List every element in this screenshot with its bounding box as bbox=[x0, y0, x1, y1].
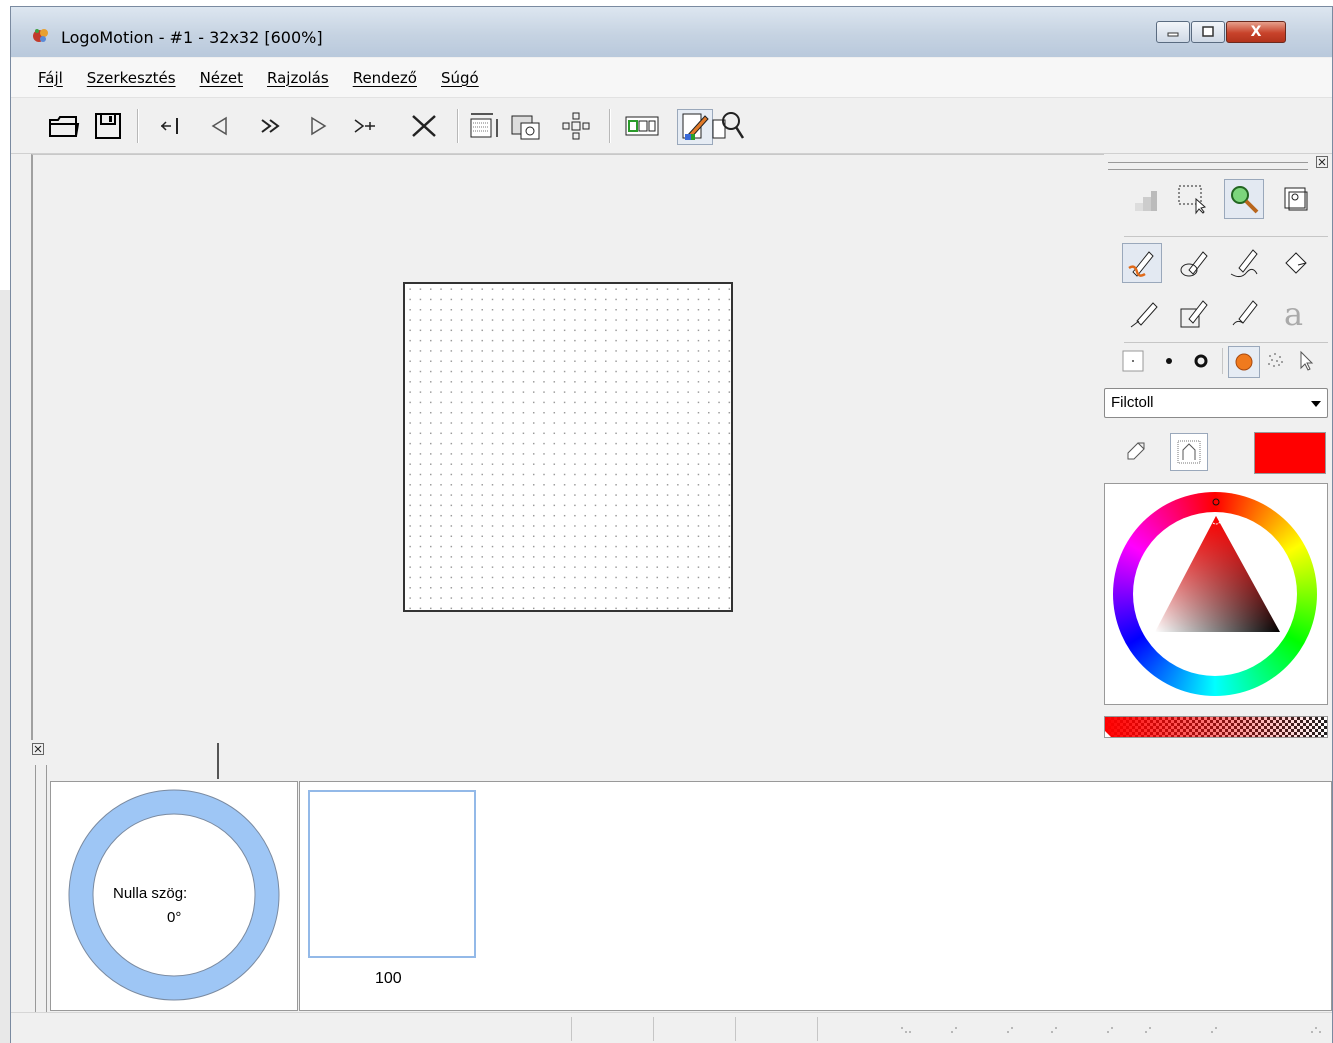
spray-brush-icon[interactable] bbox=[1260, 346, 1290, 376]
line-pen-icon[interactable] bbox=[1174, 243, 1214, 283]
eraser-pen-icon[interactable] bbox=[1124, 294, 1164, 334]
menu-help[interactable]: Súgó bbox=[441, 69, 479, 87]
tool-divider bbox=[1222, 348, 1223, 374]
toolbar-separator bbox=[609, 109, 611, 143]
curve-pen-icon[interactable] bbox=[1224, 243, 1264, 283]
panel-drag-handle[interactable] bbox=[1108, 162, 1308, 170]
app-logo-icon bbox=[33, 29, 48, 42]
pointer-icon[interactable] bbox=[1292, 346, 1322, 376]
text-tool-icon[interactable]: a bbox=[1276, 294, 1316, 334]
tool-divider bbox=[1124, 236, 1328, 237]
delete-frame-icon[interactable] bbox=[407, 109, 441, 143]
rect-select-icon[interactable] bbox=[1172, 179, 1212, 219]
title-bar: LogoMotion - #1 - 32x32 [600%] X bbox=[11, 7, 1332, 57]
window-title: LogoMotion - #1 - 32x32 [600%] bbox=[61, 28, 323, 47]
menu-view[interactable]: Nézet bbox=[200, 69, 243, 87]
chevron-down-icon bbox=[1311, 401, 1321, 407]
stairs-icon[interactable] bbox=[1124, 179, 1164, 219]
image-properties-icon[interactable] bbox=[509, 109, 543, 143]
brush-type-select[interactable]: Filctoll bbox=[1104, 388, 1328, 418]
status-divider bbox=[817, 1017, 818, 1041]
menu-arrange[interactable]: Rendező bbox=[353, 69, 417, 87]
frames-panel: 100 bbox=[299, 781, 1332, 1011]
menu-draw[interactable]: Rajzolás bbox=[267, 69, 329, 87]
menu-edit[interactable]: Szerkesztés bbox=[87, 69, 176, 87]
toolbar-separator bbox=[137, 109, 139, 143]
play-icon[interactable] bbox=[255, 109, 289, 143]
zoom-tool-icon[interactable] bbox=[1224, 179, 1264, 219]
tool-palette: a Filctoll bbox=[1104, 154, 1332, 739]
alpha-slider[interactable] bbox=[1104, 716, 1328, 738]
rectangle-pen-icon[interactable] bbox=[1174, 294, 1214, 334]
pattern-fill-icon[interactable] bbox=[1170, 433, 1208, 471]
edit-pencil-icon[interactable] bbox=[677, 109, 713, 145]
open-folder-icon[interactable] bbox=[47, 109, 81, 143]
canvas-area[interactable] bbox=[31, 154, 1106, 740]
brush-size-2-icon[interactable] bbox=[1154, 346, 1184, 376]
angle-value: 0° bbox=[167, 909, 182, 926]
tool-divider bbox=[1124, 342, 1328, 343]
onion-skin-icon[interactable] bbox=[625, 109, 659, 143]
angle-panel: Nulla szög: 0° bbox=[50, 781, 298, 1011]
close-button[interactable]: X bbox=[1226, 21, 1286, 43]
bottom-tabstrip bbox=[47, 743, 1332, 781]
brush-type-value: Filctoll bbox=[1111, 394, 1154, 411]
minimize-button[interactable] bbox=[1156, 21, 1190, 43]
status-bar bbox=[11, 1012, 1332, 1043]
round-brush-icon[interactable] bbox=[1228, 346, 1260, 378]
maximize-button[interactable] bbox=[1191, 21, 1225, 43]
panel-close-icon[interactable] bbox=[1316, 156, 1328, 168]
angle-label: Nulla szög: bbox=[113, 885, 188, 902]
current-color-swatch[interactable] bbox=[1254, 432, 1326, 474]
status-divider bbox=[653, 1017, 654, 1041]
felt-pen-tool-icon[interactable] bbox=[1122, 243, 1162, 283]
last-frame-icon[interactable] bbox=[347, 109, 381, 143]
minimize-icon bbox=[1167, 32, 1179, 37]
app-window: LogoMotion - #1 - 32x32 [600%] X Fájl Sz… bbox=[10, 6, 1333, 1043]
toolbar-separator bbox=[457, 109, 459, 143]
menu-bar: Fájl Szerkesztés Nézet Rajzolás Rendező … bbox=[11, 58, 1332, 98]
freehand-pen-icon[interactable] bbox=[1224, 294, 1264, 334]
brush-size-1-icon[interactable] bbox=[1118, 346, 1148, 376]
size-grip-icon[interactable] bbox=[891, 1019, 1326, 1039]
fill-bucket-icon[interactable] bbox=[1276, 243, 1316, 283]
status-divider bbox=[571, 1017, 572, 1041]
first-frame-icon[interactable] bbox=[153, 109, 187, 143]
frame-duration: 100 bbox=[375, 970, 402, 987]
bottom-panel-close-icon[interactable] bbox=[32, 743, 44, 755]
status-divider bbox=[735, 1017, 736, 1041]
next-frame-icon[interactable] bbox=[301, 109, 335, 143]
close-icon: X bbox=[1250, 24, 1262, 40]
toolbar bbox=[11, 99, 1332, 154]
pixel-canvas[interactable] bbox=[403, 282, 733, 612]
maximize-icon bbox=[1202, 26, 1214, 37]
zoom-preview-icon[interactable] bbox=[711, 109, 745, 143]
menu-file[interactable]: Fájl bbox=[38, 69, 63, 87]
svg-text:a: a bbox=[1284, 297, 1303, 331]
color-picker[interactable] bbox=[1104, 483, 1328, 705]
panel-grip[interactable] bbox=[35, 765, 47, 1015]
transform-icon[interactable] bbox=[559, 109, 593, 143]
resize-canvas-icon[interactable] bbox=[467, 109, 501, 143]
prev-frame-icon[interactable] bbox=[203, 109, 237, 143]
stamp-icon[interactable] bbox=[1276, 179, 1316, 219]
brush-size-3-icon[interactable] bbox=[1186, 346, 1216, 376]
saturation-triangle[interactable] bbox=[1105, 484, 1327, 704]
bottom-tab[interactable] bbox=[51, 743, 219, 779]
frame-thumbnail[interactable] bbox=[308, 790, 476, 958]
save-icon[interactable] bbox=[91, 109, 125, 143]
eyedropper-icon[interactable] bbox=[1118, 433, 1154, 469]
